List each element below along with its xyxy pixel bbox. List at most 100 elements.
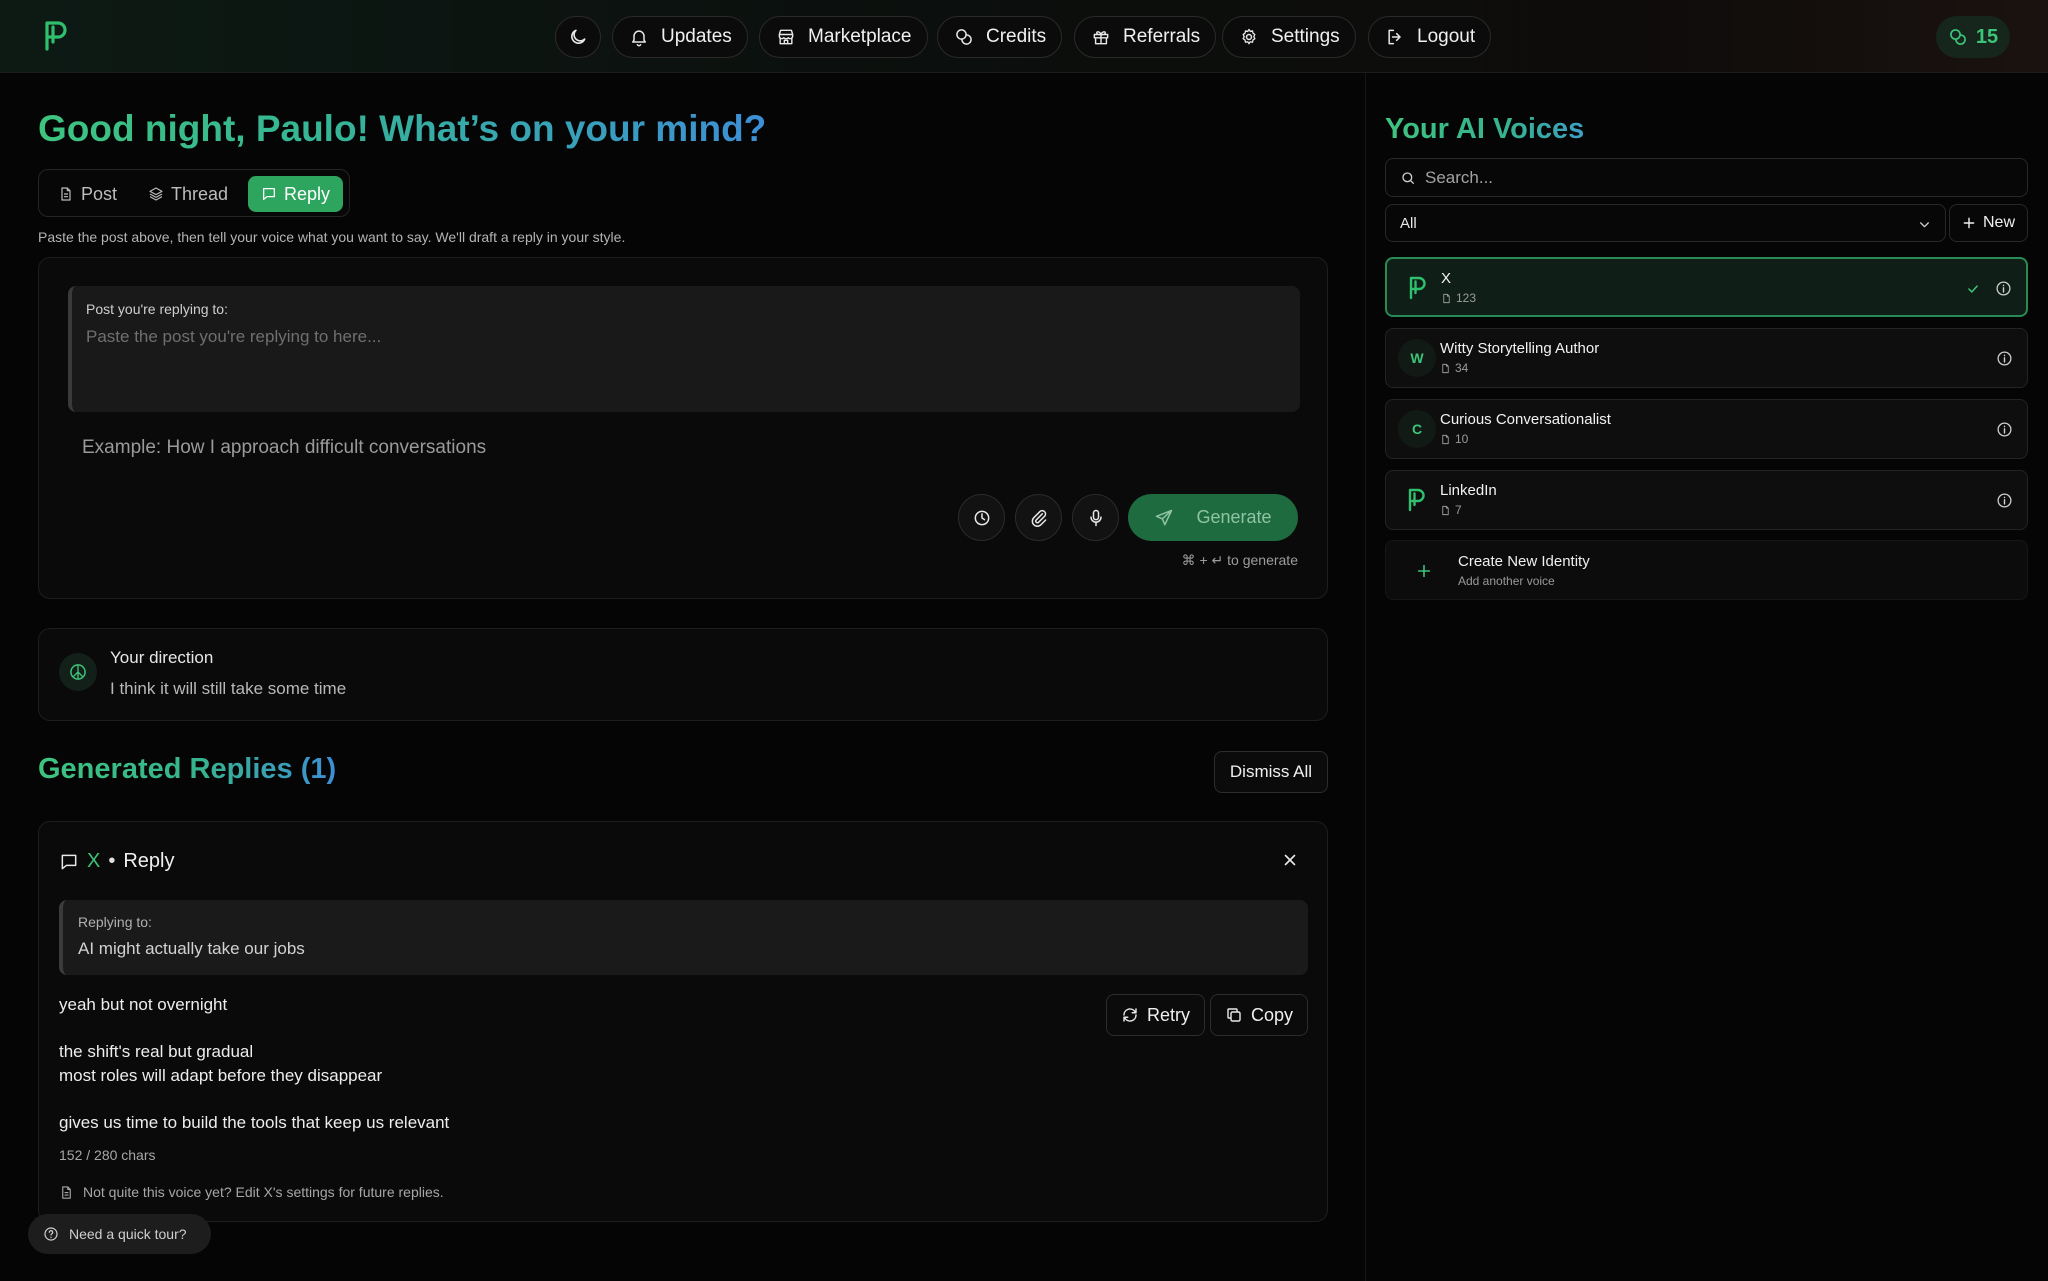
mode-tabs: Post Thread Reply	[38, 169, 350, 217]
brand-logo-icon	[1408, 488, 1425, 512]
voice-post-count-value: 123	[1456, 291, 1477, 305]
voice-filter-value: All	[1400, 215, 1417, 232]
voice-name: LinkedIn	[1440, 482, 1497, 499]
generated-replies-title: Generated Replies (1)	[38, 753, 337, 785]
reply-to-placeholder: Paste the post you're replying to here..…	[86, 327, 382, 346]
compass-icon	[70, 664, 86, 680]
reply-separator: •	[108, 850, 116, 872]
help-icon	[44, 1227, 58, 1241]
mode-hint: Paste the post above, then tell your voi…	[38, 229, 626, 245]
retry-button[interactable]: Retry	[1106, 994, 1206, 1036]
close-icon[interactable]	[1281, 851, 1299, 869]
top-bar: Updates Marketplace Credits Referrals Se…	[0, 0, 2048, 73]
store-icon	[778, 29, 794, 45]
nav-settings-button[interactable]: Settings	[1222, 16, 1356, 58]
layers-icon	[149, 187, 163, 201]
send-icon	[1156, 509, 1173, 525]
compose-card: Post you're replying to: Paste the post …	[38, 257, 1328, 599]
clock-icon	[974, 510, 989, 525]
generate-button[interactable]: Generate	[1128, 494, 1298, 541]
nav-credits-button[interactable]: Credits	[937, 16, 1063, 58]
gift-icon	[1093, 31, 1109, 45]
info-icon[interactable]	[1995, 280, 2012, 297]
copy-label: Copy	[1251, 1004, 1294, 1025]
voice-avatar: C	[1398, 410, 1436, 448]
direction-icon-wrap	[59, 653, 97, 691]
copy-button[interactable]: Copy	[1210, 994, 1309, 1036]
document-icon	[62, 1185, 71, 1199]
voice-post-count: 10	[1440, 432, 1468, 446]
voice-item-linkedin[interactable]: LinkedIn 7	[1385, 470, 2028, 530]
voice-filter-select[interactable]: All	[1385, 204, 1946, 242]
voice-name: Witty Storytelling Author	[1440, 340, 1600, 357]
credits-count: 15	[1975, 25, 1999, 48]
app-logo[interactable]	[44, 20, 70, 52]
voice-name: X	[1441, 270, 1452, 287]
reply-card: X • Reply Replying to: AI might actually…	[38, 821, 1328, 1222]
nav-referrals-label: Referrals	[1123, 26, 1201, 47]
document-icon	[61, 187, 71, 201]
voice-search-input[interactable]	[1425, 159, 2015, 196]
prompt-input[interactable]: Example: How I approach difficult conver…	[82, 437, 486, 459]
history-button[interactable]	[958, 494, 1005, 541]
reply-type: Reply	[123, 850, 175, 872]
theme-toggle-button[interactable]	[555, 16, 601, 58]
reply-voice-name: X	[87, 850, 101, 872]
direction-card: Your direction I think it will still tak…	[38, 628, 1328, 721]
nav-logout-label: Logout	[1417, 26, 1476, 47]
chevron-down-icon	[1920, 222, 1929, 228]
dismiss-all-button[interactable]: Dismiss All	[1214, 751, 1328, 793]
credits-balance-badge[interactable]: 15	[1936, 16, 2010, 58]
nav-updates-button[interactable]: Updates	[612, 16, 748, 58]
tab-reply[interactable]: Reply	[248, 176, 344, 212]
info-icon[interactable]	[1996, 421, 2013, 438]
tab-thread-label: Thread	[171, 183, 229, 204]
nav-updates-label: Updates	[661, 26, 732, 47]
voice-post-count-value: 34	[1455, 361, 1469, 375]
brand-logo-icon	[1409, 276, 1426, 300]
search-icon	[1402, 172, 1414, 184]
reply-card-header: X • Reply	[59, 850, 175, 873]
tab-thread[interactable]: Thread	[135, 176, 241, 212]
replying-to-text: AI might actually take our jobs	[78, 939, 305, 958]
document-icon	[1442, 363, 1449, 373]
document-icon	[1442, 434, 1449, 444]
voice-post-count: 34	[1440, 361, 1468, 375]
voice-item-curious-conversationalist[interactable]: C Curious Conversationalist 10	[1385, 399, 2028, 459]
voice-item-witty-storytelling-author[interactable]: W Witty Storytelling Author 34	[1385, 328, 2028, 388]
voice-avatar	[1399, 269, 1437, 307]
voice-post-count-value: 7	[1455, 503, 1462, 517]
quick-tour-button[interactable]: Need a quick tour?	[28, 1214, 211, 1254]
copy-icon	[1227, 1008, 1241, 1022]
info-icon[interactable]	[1996, 492, 2013, 509]
bell-icon	[632, 30, 646, 47]
nav-referrals-button[interactable]: Referrals	[1074, 16, 1217, 58]
reply-body: yeah but not overnight the shift's real …	[59, 993, 449, 1135]
coins-icon	[1949, 29, 1966, 45]
direction-title: Your direction	[110, 648, 214, 667]
shortcut-hint: ⌘ + ↵ to generate	[1181, 552, 1298, 568]
create-identity-button[interactable]: Create New Identity Add another voice	[1385, 540, 2028, 600]
replying-to-label: Replying to:	[78, 914, 152, 930]
reply-to-label: Post you're replying to:	[86, 301, 228, 317]
tab-reply-label: Reply	[284, 183, 331, 204]
nav-logout-button[interactable]: Logout	[1368, 16, 1492, 58]
new-voice-button[interactable]: New	[1949, 204, 2028, 242]
coins-icon	[956, 29, 972, 45]
reply-line: yeah but not overnight	[59, 995, 228, 1014]
tab-post[interactable]: Post	[45, 176, 130, 212]
create-identity-title: Create New Identity	[1458, 553, 1590, 570]
microphone-button[interactable]	[1072, 494, 1119, 541]
voice-name: Curious Conversationalist	[1440, 411, 1611, 428]
message-icon	[263, 188, 275, 200]
attach-button[interactable]	[1015, 494, 1062, 541]
voice-post-count: 7	[1440, 503, 1462, 517]
new-voice-label: New	[1982, 214, 2015, 231]
voice-post-count-value: 10	[1455, 432, 1469, 446]
info-icon[interactable]	[1996, 350, 2013, 367]
reply-to-field[interactable]: Post you're replying to: Paste the post …	[68, 286, 1300, 412]
voice-settings-note[interactable]: Not quite this voice yet? Edit X's setti…	[59, 1184, 444, 1200]
moon-icon	[571, 29, 586, 44]
nav-marketplace-button[interactable]: Marketplace	[759, 16, 928, 58]
voice-item-x[interactable]: X 123	[1385, 257, 2028, 317]
